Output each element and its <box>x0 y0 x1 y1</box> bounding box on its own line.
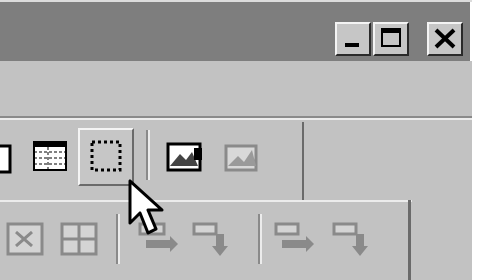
split-cells-button[interactable] <box>56 216 104 264</box>
insert-row-below-button[interactable] <box>190 216 238 264</box>
merge-cells-button[interactable] <box>2 216 50 264</box>
toolbar-separator-highlight <box>118 214 120 264</box>
toolbar-separator-highlight <box>260 214 262 264</box>
table-icon <box>33 141 67 171</box>
menu-bar <box>0 63 472 116</box>
insert-row-below-icon <box>192 222 228 256</box>
insert-picture-icon <box>166 142 202 172</box>
insert-picture-button[interactable] <box>160 134 208 182</box>
close-button[interactable] <box>427 22 463 56</box>
titlebar-bevel <box>0 0 474 2</box>
close-icon <box>434 28 456 49</box>
select-frame-button[interactable] <box>78 128 134 186</box>
picture-disabled-icon <box>224 144 258 172</box>
delete-row-icon <box>274 222 314 252</box>
toolbar-row-2 <box>0 200 412 280</box>
toolbar-divider-highlight <box>0 118 472 120</box>
delete-column-button[interactable] <box>330 216 378 264</box>
minimize-button[interactable] <box>335 22 371 56</box>
split-cells-icon <box>60 222 98 256</box>
toolbar-row-2-edge <box>408 200 411 280</box>
screen-edge <box>472 0 480 280</box>
toolbar-row-1-edge <box>302 122 304 200</box>
toolbar-separator-highlight <box>148 130 150 180</box>
select-frame-icon <box>90 140 122 172</box>
merge-cells-icon <box>6 222 44 256</box>
maximize-icon <box>381 28 401 47</box>
picture-disabled-button[interactable] <box>218 134 266 182</box>
minimize-icon <box>345 43 359 47</box>
delete-row-button[interactable] <box>272 216 320 264</box>
delete-column-icon <box>332 222 368 256</box>
table-button[interactable] <box>28 134 76 182</box>
maximize-button[interactable] <box>373 22 409 56</box>
toolbar-row-2-top-edge <box>0 200 412 202</box>
mouse-cursor-icon <box>128 179 164 235</box>
